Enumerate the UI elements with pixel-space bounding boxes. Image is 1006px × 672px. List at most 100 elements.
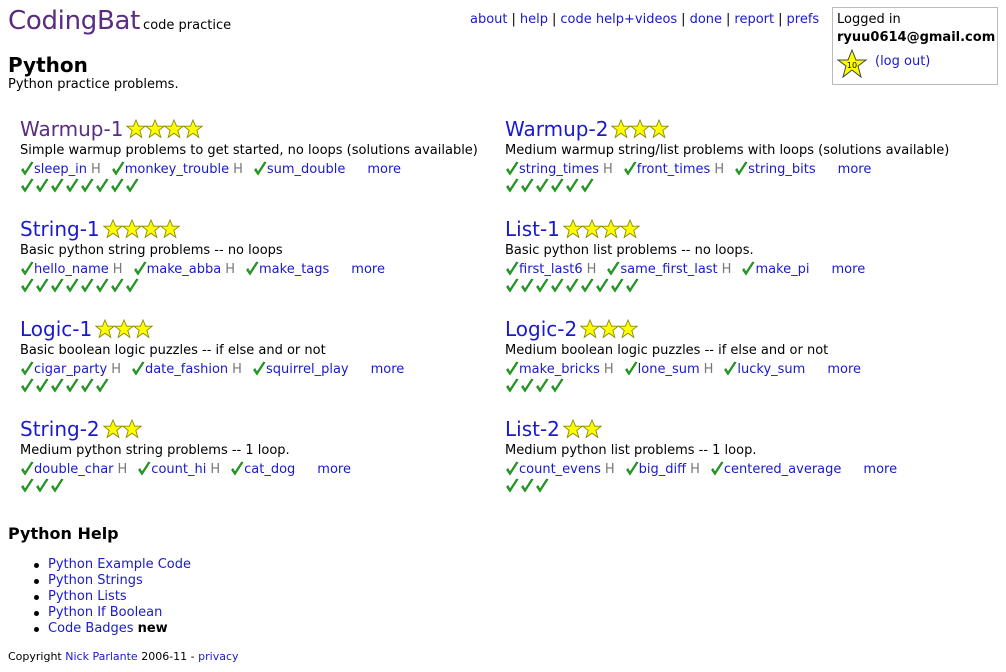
star-icon: [113, 318, 135, 339]
problem-item: cat_dog: [230, 461, 295, 477]
problem-link[interactable]: lucky_sum: [737, 362, 805, 377]
star-icon: [629, 118, 651, 139]
problem-link[interactable]: hello_name: [34, 262, 109, 277]
check-icon: [610, 278, 624, 294]
help-link-lists[interactable]: Python Lists: [48, 589, 127, 604]
hint-link[interactable]: H: [605, 462, 615, 477]
check-icon: [520, 478, 534, 494]
section-title-link[interactable]: String-2: [20, 417, 100, 441]
logout-link[interactable]: (log out): [875, 54, 930, 69]
hint-link[interactable]: H: [604, 362, 614, 377]
problem-link[interactable]: big_diff: [639, 462, 686, 477]
problem-link[interactable]: front_times: [637, 162, 711, 177]
problem-link[interactable]: count_hi: [151, 462, 206, 477]
problem-link[interactable]: make_abba: [147, 262, 222, 277]
help-link-code-badges[interactable]: Code Badges: [48, 621, 134, 636]
problem-item: monkey_trouble H: [111, 161, 243, 177]
problem-link[interactable]: cat_dog: [244, 462, 295, 477]
section-title-link[interactable]: String-1: [20, 217, 100, 241]
problem-link[interactable]: count_evens: [519, 462, 601, 477]
footer-privacy-link[interactable]: privacy: [198, 650, 238, 663]
problem-link[interactable]: sum_double: [267, 162, 345, 177]
check-icon: [741, 261, 755, 277]
hint-link[interactable]: H: [232, 362, 242, 377]
section-title-link[interactable]: List-2: [505, 417, 560, 441]
hint-link[interactable]: H: [233, 162, 243, 177]
check-icon: [50, 278, 64, 294]
hint-link[interactable]: H: [225, 262, 235, 277]
help-link-if-boolean[interactable]: Python If Boolean: [48, 605, 162, 620]
section-title-link[interactable]: List-1: [505, 217, 560, 241]
more-link[interactable]: more: [838, 162, 872, 177]
problem-item: hello_name H: [20, 261, 123, 277]
more-link[interactable]: more: [351, 262, 385, 277]
problem-link[interactable]: monkey_trouble: [125, 162, 229, 177]
problem-link[interactable]: make_bricks: [519, 362, 600, 377]
problem-link[interactable]: date_fashion: [145, 362, 228, 377]
section-title-link[interactable]: Warmup-1: [20, 117, 123, 141]
problem-item: centered_average: [710, 461, 842, 477]
completed-checks: [20, 278, 490, 294]
nav-report[interactable]: report: [734, 12, 774, 27]
hint-link[interactable]: H: [714, 162, 724, 177]
problem-list: make_bricks Hlone_sum Hlucky_sum more: [505, 361, 975, 378]
section-title-link[interactable]: Logic-1: [20, 317, 92, 341]
more-link[interactable]: more: [832, 262, 866, 277]
section-title-link[interactable]: Logic-2: [505, 317, 577, 341]
problem-link[interactable]: same_first_last: [620, 262, 717, 277]
footer-copyright: Copyright: [8, 650, 62, 663]
problem-link[interactable]: first_last6: [519, 262, 583, 277]
problem-link[interactable]: double_char: [34, 462, 114, 477]
help-link-strings[interactable]: Python Strings: [48, 573, 143, 588]
problem-list: cigar_party Hdate_fashion Hsquirrel_play mo…: [20, 361, 490, 378]
star-icon: [581, 218, 603, 239]
check-icon: [624, 361, 638, 377]
hint-link[interactable]: H: [111, 362, 121, 377]
section-title-link[interactable]: Warmup-2: [505, 117, 608, 141]
problem-link[interactable]: string_times: [519, 162, 599, 177]
problem-link[interactable]: squirrel_play: [266, 362, 349, 377]
footer-author-link[interactable]: Nick Parlante: [65, 650, 137, 663]
nav-about[interactable]: about: [470, 12, 508, 27]
problem-link[interactable]: sleep_in: [34, 162, 87, 177]
nav-code-help-videos[interactable]: code help+videos: [560, 12, 677, 27]
more-link[interactable]: more: [367, 162, 401, 177]
section-description: Medium boolean logic puzzles -- if else …: [505, 343, 829, 358]
check-icon: [505, 178, 519, 194]
difficulty-stars: [94, 318, 154, 339]
help-item: Python Example Code: [33, 557, 191, 573]
difficulty-stars: [102, 418, 143, 439]
problem-link[interactable]: cigar_party: [34, 362, 107, 377]
help-link-example-code[interactable]: Python Example Code: [48, 557, 191, 572]
more-link[interactable]: more: [371, 362, 405, 377]
brand-name[interactable]: CodingBat: [8, 6, 140, 36]
help-title: Python Help: [8, 524, 119, 543]
hint-link[interactable]: H: [118, 462, 128, 477]
problem-link[interactable]: lone_sum: [638, 362, 700, 377]
site-logo[interactable]: CodingBat code practice: [8, 6, 231, 36]
problem-item: count_hi H: [137, 461, 220, 477]
hint-link[interactable]: H: [587, 262, 597, 277]
star-icon: [600, 218, 622, 239]
hint-link[interactable]: H: [91, 162, 101, 177]
nav-prefs[interactable]: prefs: [787, 12, 820, 27]
nav-help[interactable]: help: [520, 12, 548, 27]
problem-link[interactable]: string_bits: [748, 162, 816, 177]
hint-link[interactable]: H: [210, 462, 220, 477]
problem-item: squirrel_play: [252, 361, 349, 377]
star-icon: [159, 218, 181, 239]
more-link[interactable]: more: [863, 462, 897, 477]
hint-link[interactable]: H: [704, 362, 714, 377]
hint-link[interactable]: H: [113, 262, 123, 277]
nav-done[interactable]: done: [690, 12, 722, 27]
hint-link[interactable]: H: [722, 262, 732, 277]
more-link[interactable]: more: [827, 362, 861, 377]
star-icon: [102, 218, 124, 239]
section-list-1: List-1 Basic python list problems -- no l…: [505, 217, 975, 294]
hint-link[interactable]: H: [690, 462, 700, 477]
problem-link[interactable]: make_tags: [259, 262, 329, 277]
more-link[interactable]: more: [317, 462, 351, 477]
problem-link[interactable]: centered_average: [724, 462, 842, 477]
problem-link[interactable]: make_pi: [755, 262, 809, 277]
hint-link[interactable]: H: [603, 162, 613, 177]
